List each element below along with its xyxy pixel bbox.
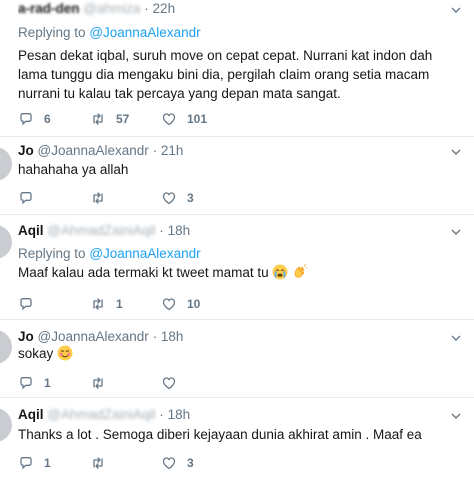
replying-to: Replying to @JoannaAlexandr <box>18 24 201 42</box>
tweet-time[interactable]: 18h <box>161 329 184 344</box>
avatar[interactable] <box>0 225 12 259</box>
tweet-time[interactable]: 21h <box>161 143 184 158</box>
chevron-down-icon[interactable] <box>450 4 462 16</box>
reply-icon <box>20 457 32 470</box>
like-button[interactable]: 10 <box>161 295 200 313</box>
chevron-down-icon[interactable] <box>450 410 462 422</box>
like-button[interactable]: 3 <box>161 454 194 472</box>
retweet-button[interactable]: 1 <box>90 295 123 313</box>
author-name[interactable]: Jo <box>18 143 34 158</box>
mention-link[interactable]: @JoannaAlexandr <box>89 246 200 261</box>
author-name[interactable]: a-rad-den <box>18 0 80 18</box>
retweet-icon <box>93 113 103 125</box>
retweet-icon <box>93 298 103 310</box>
author-handle[interactable]: @JoannaAlexandr <box>38 329 149 344</box>
retweet-button[interactable] <box>90 454 116 472</box>
like-button[interactable] <box>161 374 187 392</box>
like-count: 3 <box>187 456 194 470</box>
tweet-text-content: sokay <box>18 346 54 361</box>
separator-dot: · <box>159 223 164 238</box>
retweet-count: 57 <box>116 112 130 126</box>
like-icon <box>162 298 176 311</box>
chevron-down-icon[interactable] <box>450 226 462 238</box>
separator-dot: · <box>144 1 149 16</box>
author-handle[interactable]: @JoannaAlexandr <box>38 143 149 158</box>
tweet-text: hahahaha ya allah <box>18 162 129 177</box>
like-count: 101 <box>187 112 208 126</box>
reply-button[interactable] <box>18 189 44 207</box>
like-count: 10 <box>187 297 201 311</box>
reply-button[interactable]: 1 <box>18 374 51 392</box>
author-name[interactable]: Aqil <box>18 223 44 238</box>
chevron-down-icon[interactable] <box>450 332 462 344</box>
like-icon <box>162 113 176 126</box>
retweet-icon <box>93 192 103 204</box>
author-handle[interactable]: @AhmadZainiAqil <box>47 406 155 424</box>
tweet-time[interactable]: 18h <box>168 223 191 238</box>
separator-dot: · <box>152 329 158 344</box>
tweet-2[interactable]: Jo @JoannaAlexandr · 21h hahahaha ya all… <box>0 137 474 215</box>
like-button[interactable]: 3 <box>161 189 194 207</box>
tweet-header: Jo @JoannaAlexandr · 21h <box>18 142 454 160</box>
reply-icon <box>20 113 32 126</box>
clapping-hands-emoji <box>294 264 308 278</box>
author-name[interactable]: Jo <box>18 329 34 344</box>
tweet-actions: 3 <box>18 189 238 207</box>
replying-to-label: Replying to <box>18 25 86 40</box>
reply-button[interactable]: 1 <box>18 454 51 472</box>
tweet-header: Aqil @AhmadZainiAqil · 18h <box>18 406 454 424</box>
mention-link[interactable]: @JoannaAlexandr <box>89 25 200 40</box>
tweet-text-content: Maaf kalau ada termaki kt tweet mamat tu <box>18 265 269 280</box>
tweet-text: sokay <box>18 344 450 363</box>
retweet-count: 1 <box>116 297 123 311</box>
like-icon <box>162 377 176 390</box>
tweet-actions: 1 <box>18 374 238 392</box>
chevron-down-icon[interactable] <box>450 146 462 158</box>
retweet-button[interactable] <box>90 374 116 392</box>
tweet-5[interactable]: Aqil @AhmadZainiAqil · 18h Thanks a lot … <box>0 398 474 481</box>
reply-button[interactable] <box>18 295 44 313</box>
reply-icon <box>20 298 32 311</box>
avatar[interactable] <box>0 147 12 181</box>
tweet-actions: 1 3 <box>18 454 238 472</box>
replying-to: Replying to @JoannaAlexandr <box>18 245 201 263</box>
tweet-header: Aqil @AhmadZainiAqil · 18h <box>18 222 454 240</box>
tweet-3[interactable]: Aqil @AhmadZainiAqil · 18h Replying to @… <box>0 215 474 320</box>
tweet-text: Pesan dekat iqbal, suruh move on cepat c… <box>18 48 433 101</box>
tweet-4[interactable]: Jo @JoannaAlexandr · 18h sokay 1 <box>0 320 474 398</box>
author-handle[interactable]: @ahmiza <box>83 0 140 18</box>
separator-dot: · <box>152 143 158 158</box>
like-button[interactable]: 101 <box>161 110 207 128</box>
tweet-text: Thanks a lot . Semoga diberi kejayaan du… <box>18 427 422 442</box>
tweet-actions: 1 10 <box>18 295 238 313</box>
author-handle[interactable]: @AhmadZainiAqil <box>47 222 155 240</box>
separator-dot: · <box>159 407 164 422</box>
like-icon <box>162 457 176 470</box>
tweet-header: a-rad-den @ahmiza · 22h <box>18 0 454 18</box>
author-name[interactable]: Aqil <box>18 407 44 422</box>
reply-icon <box>20 377 32 390</box>
tweet-1[interactable]: a-rad-den @ahmiza · 22h Replying to @Joa… <box>0 0 474 137</box>
tweet-time[interactable]: 18h <box>168 407 191 422</box>
retweet-icon <box>93 377 103 389</box>
like-icon <box>162 192 176 205</box>
tweet-actions: 6 57 101 <box>18 110 238 128</box>
smiling-blush-emoji <box>57 345 73 361</box>
tweet-text: Maaf kalau ada termaki kt tweet mamat tu <box>18 263 450 282</box>
like-count: 3 <box>187 191 194 205</box>
retweet-button[interactable]: 57 <box>90 110 129 128</box>
reply-count: 1 <box>44 376 51 390</box>
crying-face-emoji <box>272 264 288 280</box>
reply-button[interactable]: 6 <box>18 110 51 128</box>
reply-count: 6 <box>44 112 51 126</box>
tweet-time[interactable]: 22h <box>153 1 176 16</box>
retweet-button[interactable] <box>90 189 116 207</box>
avatar[interactable] <box>0 408 12 442</box>
replying-to-label: Replying to <box>18 246 86 261</box>
retweet-icon <box>93 457 103 469</box>
reply-count: 1 <box>44 456 51 470</box>
avatar[interactable] <box>0 330 12 364</box>
reply-icon <box>20 192 32 205</box>
